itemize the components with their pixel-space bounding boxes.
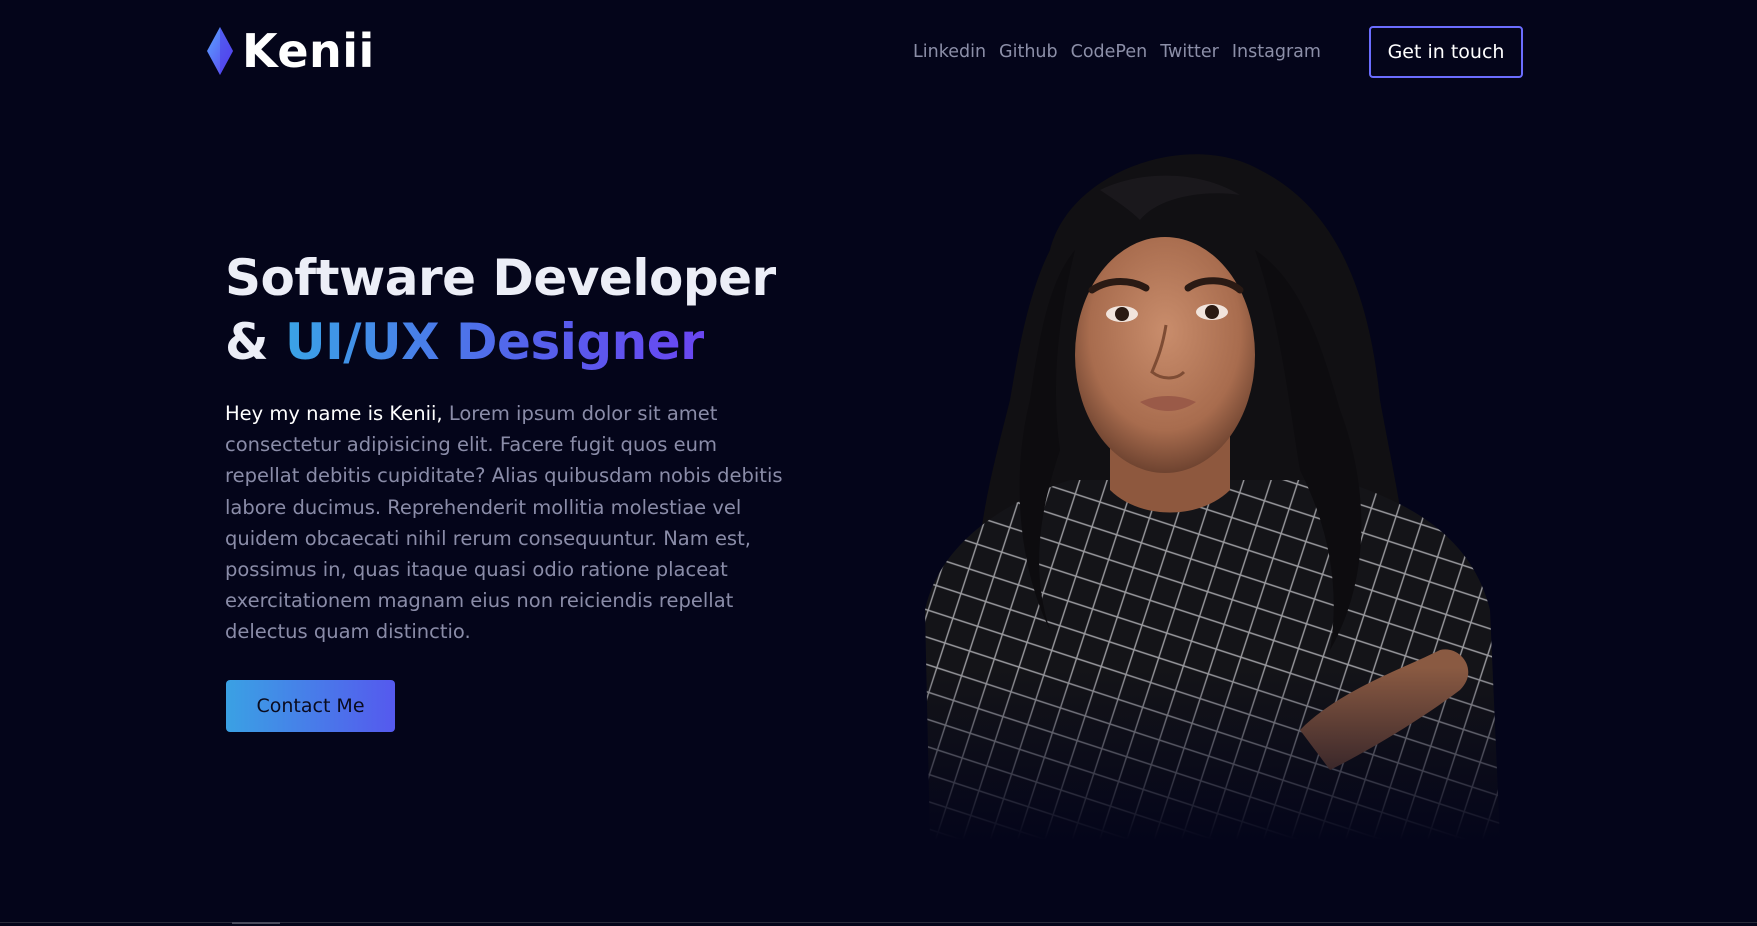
get-in-touch-button[interactable]: Get in touch xyxy=(1369,26,1523,78)
contact-me-button[interactable]: Contact Me xyxy=(226,680,395,732)
nav-link-github[interactable]: Github xyxy=(999,40,1058,64)
bio-body: Lorem ipsum dolor sit amet consectetur a… xyxy=(225,402,783,644)
headline-ampersand: & xyxy=(225,313,286,371)
nav-link-instagram[interactable]: Instagram xyxy=(1232,40,1321,64)
nav-link-twitter[interactable]: Twitter xyxy=(1160,40,1219,64)
hero-headline: Software Developer & UI/UX Designer xyxy=(225,246,776,374)
scroll-indicator xyxy=(232,922,280,924)
nav-link-codepen[interactable]: CodePen xyxy=(1071,40,1148,64)
diamond-icon xyxy=(207,27,233,75)
social-nav: Linkedin Github CodePen Twitter Instagra… xyxy=(913,40,1334,64)
brand-logo[interactable]: Kenii xyxy=(207,24,375,78)
headline-line-1: Software Developer xyxy=(225,249,776,307)
headline-accent: UI/UX Designer xyxy=(285,313,705,371)
bio-intro: Hey my name is Kenii, xyxy=(225,402,443,425)
portrait-image xyxy=(900,150,1520,840)
landing-page: Kenii Linkedin Github CodePen Twitter In… xyxy=(0,0,1757,926)
nav-link-linkedin[interactable]: Linkedin xyxy=(913,40,986,64)
hero-bio: Hey my name is Kenii, Lorem ipsum dolor … xyxy=(225,398,790,648)
brand-name: Kenii xyxy=(242,24,375,78)
